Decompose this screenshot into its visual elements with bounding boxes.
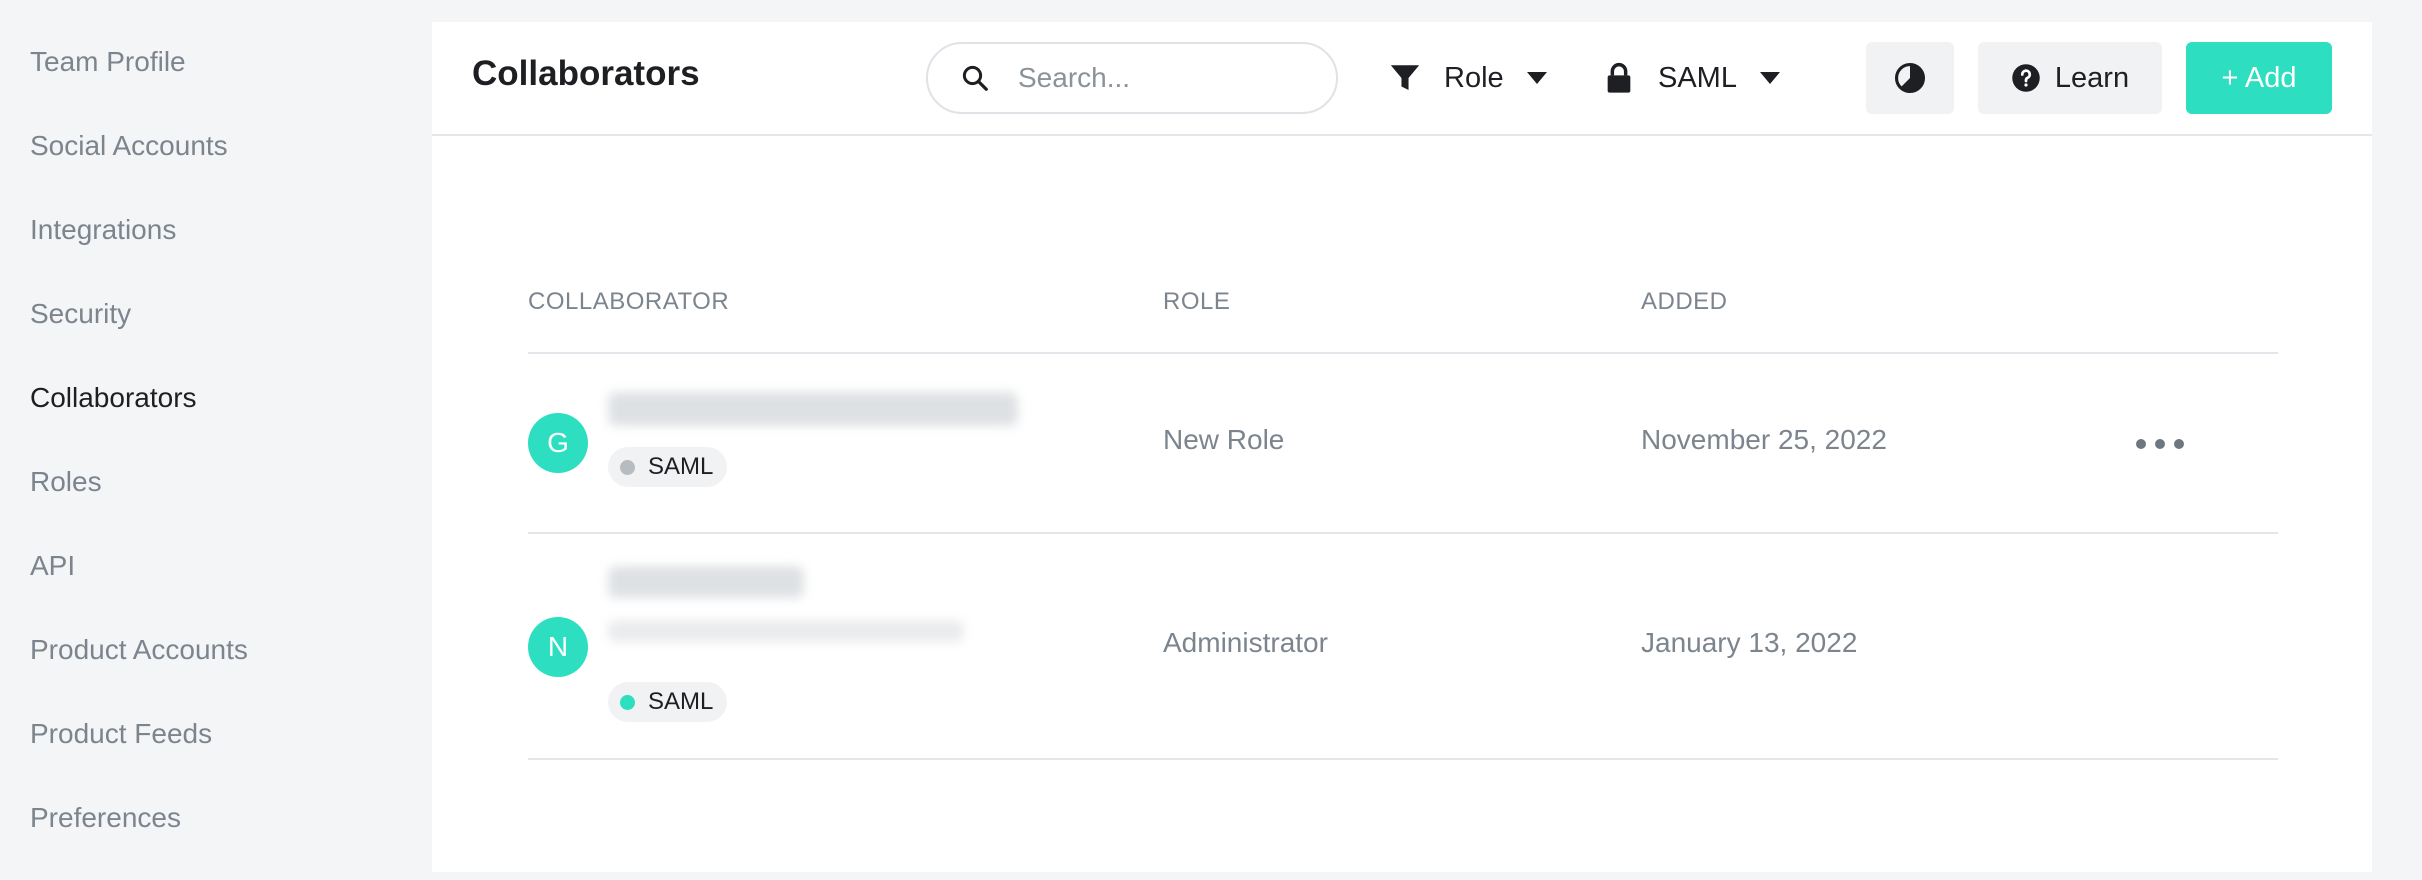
- sidebar-item-social-accounts[interactable]: Social Accounts: [0, 124, 432, 208]
- avatar: G: [528, 413, 588, 473]
- column-header-added: ADDED: [1641, 288, 1728, 315]
- column-header-role: ROLE: [1163, 288, 1231, 315]
- added-date-cell: January 13, 2022: [1641, 627, 1858, 658]
- saml-filter-dropdown[interactable]: SAML: [1602, 50, 1781, 106]
- saml-status-badge: SAML: [608, 682, 728, 722]
- caret-down-icon: [1759, 72, 1780, 84]
- sidebar-item-integrations[interactable]: Integrations: [0, 208, 432, 292]
- sidebar-item-product-accounts[interactable]: Product Accounts: [0, 628, 432, 712]
- add-button-label: + Add: [2221, 61, 2297, 94]
- pie-chart-icon: [1894, 62, 1926, 94]
- sidebar-item-team-profile[interactable]: Team Profile: [0, 40, 432, 124]
- collaborators-panel: Collaborators Role SAML: [432, 22, 2372, 872]
- filter-icon: [1388, 61, 1422, 95]
- redacted-email: [608, 392, 1018, 426]
- saml-badge-label: SAML: [648, 688, 714, 715]
- sidebar-item-roles[interactable]: Roles: [0, 460, 432, 544]
- analytics-button[interactable]: [1866, 42, 1954, 114]
- avatar: N: [528, 617, 588, 677]
- sidebar-item-preferences[interactable]: Preferences: [0, 796, 432, 880]
- page-title: Collaborators: [472, 54, 700, 93]
- saml-filter-label: SAML: [1658, 61, 1737, 94]
- search-icon: [962, 65, 988, 91]
- sidebar-item-security[interactable]: Security: [0, 292, 432, 376]
- search-box[interactable]: [926, 42, 1338, 114]
- status-dot: [620, 694, 635, 710]
- learn-button[interactable]: Learn: [1978, 42, 2162, 114]
- sidebar-item-collaborators[interactable]: Collaborators: [0, 376, 432, 460]
- role-cell: New Role: [1163, 424, 1285, 455]
- redacted-name: [608, 566, 804, 598]
- role-cell: Administrator: [1163, 627, 1328, 658]
- add-collaborator-button[interactable]: + Add: [2186, 42, 2332, 114]
- caret-down-icon: [1526, 72, 1547, 84]
- role-filter-dropdown[interactable]: Role: [1388, 50, 1548, 106]
- more-horizontal-icon[interactable]: [2136, 430, 2184, 458]
- redacted-email: [608, 620, 964, 642]
- saml-status-badge: SAML: [608, 447, 728, 487]
- search-input[interactable]: [1018, 62, 1318, 94]
- status-dot: [620, 459, 635, 475]
- settings-sidebar: Team Profile Social Accounts Integration…: [0, 0, 432, 860]
- sidebar-item-api[interactable]: API: [0, 544, 432, 628]
- learn-button-label: Learn: [2054, 61, 2130, 94]
- saml-badge-label: SAML: [648, 453, 714, 480]
- lock-icon: [1602, 61, 1636, 95]
- table-header: COLLABORATOR ROLE ADDED: [528, 288, 2278, 354]
- table-row[interactable]: G SAML New Role November 25, 2022: [528, 354, 2278, 534]
- added-date-cell: November 25, 2022: [1641, 424, 1887, 455]
- sidebar-item-product-feeds[interactable]: Product Feeds: [0, 712, 432, 796]
- column-header-collaborator: COLLABORATOR: [528, 288, 730, 315]
- table-row[interactable]: N SAML Administrator January 13, 2022: [528, 534, 2278, 760]
- panel-header: Collaborators Role SAML: [432, 22, 2372, 136]
- role-filter-label: Role: [1444, 61, 1504, 94]
- question-circle-icon: [2012, 64, 2040, 92]
